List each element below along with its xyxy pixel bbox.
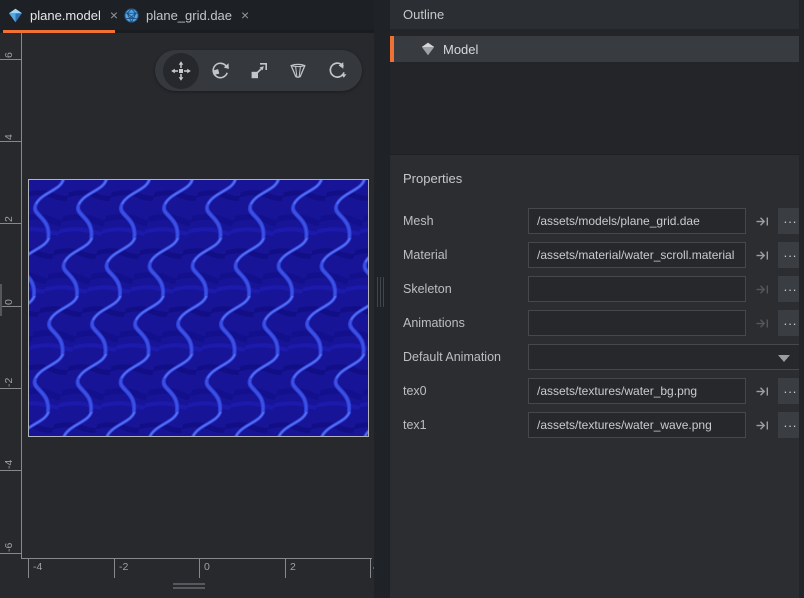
goto-asset-icon — [750, 310, 774, 336]
goto-asset-icon — [750, 276, 774, 302]
ruler-tick — [0, 223, 21, 224]
tab-label: plane.model — [30, 8, 101, 23]
property-row-tex0: tex0 /assets/textures/water_bg.png ... — [390, 378, 804, 404]
ruler-tick — [28, 558, 29, 578]
panel-splitter[interactable] — [374, 0, 390, 598]
property-row-animations: Animations ... — [390, 310, 804, 336]
skeleton-input[interactable] — [528, 276, 746, 302]
property-label: Mesh — [403, 208, 434, 234]
ruler-tick — [199, 558, 200, 578]
property-row-material: Material /assets/material/water_scroll.m… — [390, 242, 804, 268]
goto-asset-icon[interactable] — [750, 208, 774, 234]
animations-input[interactable] — [528, 310, 746, 336]
property-row-tex1: tex1 /assets/textures/water_wave.png ... — [390, 412, 804, 438]
properties-title: Properties — [403, 171, 462, 186]
ruler-y-label: -2 — [2, 361, 16, 387]
scrollbar-track[interactable] — [799, 0, 804, 598]
outline-item-model[interactable]: Model — [390, 36, 804, 62]
ruler-tick — [0, 306, 21, 307]
ruler-y-label: 4 — [2, 114, 16, 140]
property-row-default-animation: Default Animation — [390, 344, 804, 370]
selection-accent-bar — [390, 36, 394, 62]
goto-asset-icon[interactable] — [750, 412, 774, 438]
cone-wireframe-icon — [287, 60, 309, 82]
ruler-x-label: -4 — [33, 561, 42, 573]
outline-item-label: Model — [443, 42, 478, 57]
gem-icon — [8, 8, 23, 23]
property-label: Material — [403, 242, 447, 268]
goto-asset-icon[interactable] — [750, 242, 774, 268]
ruler-tick — [0, 470, 21, 471]
ruler-tick — [0, 388, 21, 389]
property-label: Animations — [403, 310, 465, 336]
default-animation-dropdown[interactable] — [528, 344, 803, 370]
tab-label: plane_grid.dae — [146, 8, 232, 23]
ruler-y-label: 0 — [2, 279, 16, 305]
tab-bar: plane.model × plane_grid.dae × — [0, 0, 374, 30]
ruler-tick — [0, 553, 21, 554]
close-tab-icon[interactable]: × — [239, 8, 251, 22]
ruler-y-label: -6 — [2, 526, 16, 552]
ruler-x-label: 2 — [290, 561, 296, 573]
move-icon — [170, 60, 192, 82]
tex1-input[interactable]: /assets/textures/water_wave.png — [528, 412, 746, 438]
move-tool-button[interactable] — [163, 53, 199, 89]
reload-tool-button[interactable] — [319, 53, 355, 89]
ruler-tick — [370, 558, 371, 578]
outline-header: Outline — [390, 0, 804, 29]
ruler-x-label: -2 — [119, 561, 128, 573]
water-texture — [29, 180, 368, 436]
ruler-tick — [0, 59, 21, 60]
goto-asset-icon[interactable] — [750, 378, 774, 404]
ruler-y-axis-line — [21, 33, 22, 558]
ruler-tick — [0, 141, 21, 142]
ruler-x-axis-line — [21, 558, 372, 559]
ruler-y-label: -4 — [2, 443, 16, 469]
property-row-mesh: Mesh /assets/models/plane_grid.dae ... — [390, 208, 804, 234]
display-cone-tool-button[interactable] — [280, 53, 316, 89]
bottom-splitter-grip[interactable] — [173, 587, 205, 589]
property-label: Skeleton — [403, 276, 452, 302]
property-row-skeleton: Skeleton ... — [390, 276, 804, 302]
tab-plane-grid-dae[interactable]: plane_grid.dae × — [118, 0, 257, 30]
mesh-sphere-icon — [124, 8, 139, 23]
property-label: tex0 — [403, 378, 427, 404]
property-label: tex1 — [403, 412, 427, 438]
rotate-tool-button[interactable] — [202, 53, 238, 89]
viewport-toolbar — [155, 50, 362, 91]
scale-icon — [248, 60, 270, 82]
model-gem-icon — [421, 42, 435, 56]
ruler-x-label: 0 — [204, 561, 210, 573]
scale-tool-button[interactable] — [241, 53, 277, 89]
reload-icon — [326, 60, 348, 82]
tab-plane-model[interactable]: plane.model × — [2, 0, 126, 30]
model-editor-window: plane.model × plane_grid.dae × 6 4 2 0 -… — [0, 0, 804, 598]
rotate-icon — [209, 60, 231, 82]
water-plane-mesh[interactable] — [28, 179, 369, 437]
material-input[interactable]: /assets/material/water_scroll.material — [528, 242, 746, 268]
chevron-down-icon — [778, 355, 790, 362]
ruler-tick — [285, 558, 286, 578]
outline-title: Outline — [403, 7, 444, 22]
ruler-y-label: 2 — [2, 196, 16, 222]
mesh-input[interactable]: /assets/models/plane_grid.dae — [528, 208, 746, 234]
ruler-tick — [114, 558, 115, 578]
left-splitter-grip[interactable] — [0, 284, 2, 316]
ruler-y-label: 6 — [2, 32, 16, 58]
bottom-splitter-grip[interactable] — [173, 583, 205, 585]
tex0-input[interactable]: /assets/textures/water_bg.png — [528, 378, 746, 404]
property-label: Default Animation — [403, 344, 501, 370]
